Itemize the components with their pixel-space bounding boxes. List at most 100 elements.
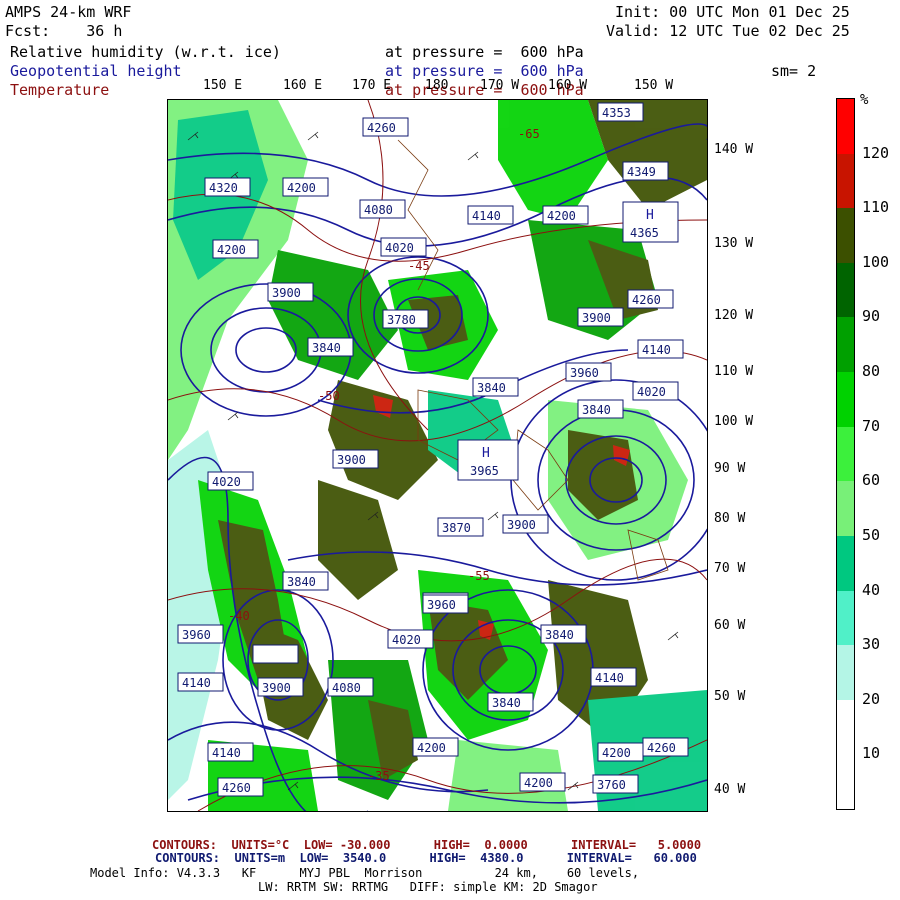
height-label: 4320 (204, 177, 251, 197)
colorbar-cell (837, 645, 854, 702)
init-time: Init: 00 UTC Mon 01 Dec 25 (615, 3, 850, 21)
high-pressure-center: H 4365 (622, 201, 679, 243)
svg-text:3960: 3960 (182, 628, 211, 642)
svg-text:3780: 3780 (387, 313, 416, 327)
height-label: 3900 (502, 514, 549, 534)
height-label: 4353 (597, 102, 644, 122)
wind-barb (567, 781, 579, 791)
svg-text:H: H (482, 446, 490, 461)
height-label: 4200 (212, 239, 259, 259)
field-height-name: Geopotential height (10, 62, 182, 80)
svg-text:4140: 4140 (212, 746, 241, 760)
wind-barb (307, 131, 319, 141)
svg-text:4349: 4349 (627, 165, 656, 179)
temperature-label: -50 (318, 389, 340, 403)
svg-text:H: H (646, 208, 654, 223)
colorbar-cell (837, 372, 854, 429)
height-label: 3840 (540, 624, 587, 644)
svg-text:3960: 3960 (427, 598, 456, 612)
svg-text:3870: 3870 (442, 521, 471, 535)
height-label: 4260 (627, 289, 674, 309)
colorbar-tick-label: 80 (862, 362, 881, 381)
lat-label: 80 W (714, 511, 746, 526)
svg-text:4200: 4200 (417, 741, 446, 755)
height-label: 4020 (632, 381, 679, 401)
colorbar-cell (837, 317, 854, 374)
temperature-label: -55 (468, 569, 490, 583)
svg-text:4020: 4020 (637, 385, 666, 399)
height-label: 4140 (467, 205, 514, 225)
svg-text:4353: 4353 (602, 106, 631, 120)
height-label: 4260 (362, 117, 409, 137)
svg-text:4020: 4020 (385, 241, 414, 255)
model-info: Model Info: V4.3.3 KF MYJ PBL Morrison 2… (90, 866, 640, 880)
svg-text:4200: 4200 (547, 209, 576, 223)
height-label: 3900 (577, 307, 624, 327)
svg-text:3900: 3900 (272, 286, 301, 300)
colorbar-tick-label: 30 (862, 635, 881, 654)
height-label: 3870 (437, 517, 484, 537)
height-label: 3840 (487, 692, 534, 712)
svg-text:4080: 4080 (332, 681, 361, 695)
wind-barb (667, 631, 679, 641)
height-contour (235, 327, 297, 373)
svg-text:3840: 3840 (582, 403, 611, 417)
lat-label: 130 W (714, 236, 754, 251)
svg-text:3900: 3900 (337, 453, 366, 467)
colorbar-cell (837, 426, 854, 483)
svg-text:3900: 3900 (262, 681, 291, 695)
svg-text:3840: 3840 (477, 381, 506, 395)
height-label: 4200 (597, 742, 644, 762)
height-label: 4140 (590, 667, 637, 687)
height-label: 3900 (257, 677, 304, 697)
height-label: 4200 (542, 205, 589, 225)
svg-text:4140: 4140 (472, 209, 501, 223)
svg-text:3900: 3900 (507, 518, 536, 532)
svg-text:4080: 4080 (364, 203, 393, 217)
svg-text:4020: 4020 (212, 475, 241, 489)
svg-text:3840: 3840 (312, 341, 341, 355)
lon-label: 170 W (480, 78, 520, 93)
lat-label: 90 W (714, 461, 746, 476)
height-label: 4140 (177, 672, 224, 692)
rh-region (498, 100, 608, 220)
colorbar-cell (837, 535, 854, 593)
temperature-label: -45 (408, 259, 430, 273)
colorbar-tick-label: 40 (862, 580, 881, 599)
height-label: 4020 (387, 629, 434, 649)
height-label: 4200 (282, 177, 329, 197)
height-label: 3900 (267, 282, 314, 302)
temperature-label: -65 (518, 127, 540, 141)
colorbar-cell (837, 262, 854, 319)
colorbar-tick-label: 70 (862, 416, 881, 435)
rh-region (318, 480, 398, 600)
field-rh-level: at pressure = 600 hPa (385, 43, 584, 61)
rh-region (268, 250, 398, 380)
height-label: 3960 (565, 362, 612, 382)
height-label: 4260 (217, 777, 264, 797)
height-label: 3900 (332, 449, 379, 469)
field-temp-name: Temperature (10, 81, 110, 99)
colorbar-cell (837, 208, 854, 265)
wind-barb (467, 151, 479, 161)
lat-label: 70 W (714, 561, 746, 576)
svg-text:4200: 4200 (602, 746, 631, 760)
svg-text:4365: 4365 (630, 226, 659, 240)
valid-time: Valid: 12 UTC Tue 02 Dec 25 (606, 22, 850, 40)
colorbar-unit: % (860, 92, 869, 108)
height-label: 3840 (472, 377, 519, 397)
wind-barb (487, 511, 499, 521)
height-label: 3780 (382, 309, 429, 329)
lat-label: 50 W (714, 689, 746, 704)
lon-label: 160 W (548, 78, 588, 93)
height-label: 3960 (422, 594, 469, 614)
height-label: 4140 (207, 742, 254, 762)
svg-text:4140: 4140 (595, 671, 624, 685)
lat-label: 40 W (714, 782, 746, 797)
height-label: 4260 (642, 737, 689, 757)
lat-label: 60 W (714, 618, 746, 633)
smoothing-label: sm= 2 (771, 62, 817, 80)
height-label: 3840 (282, 571, 329, 591)
colorbar-tick-label: 110 (862, 198, 890, 217)
svg-text:4020: 4020 (392, 633, 421, 647)
